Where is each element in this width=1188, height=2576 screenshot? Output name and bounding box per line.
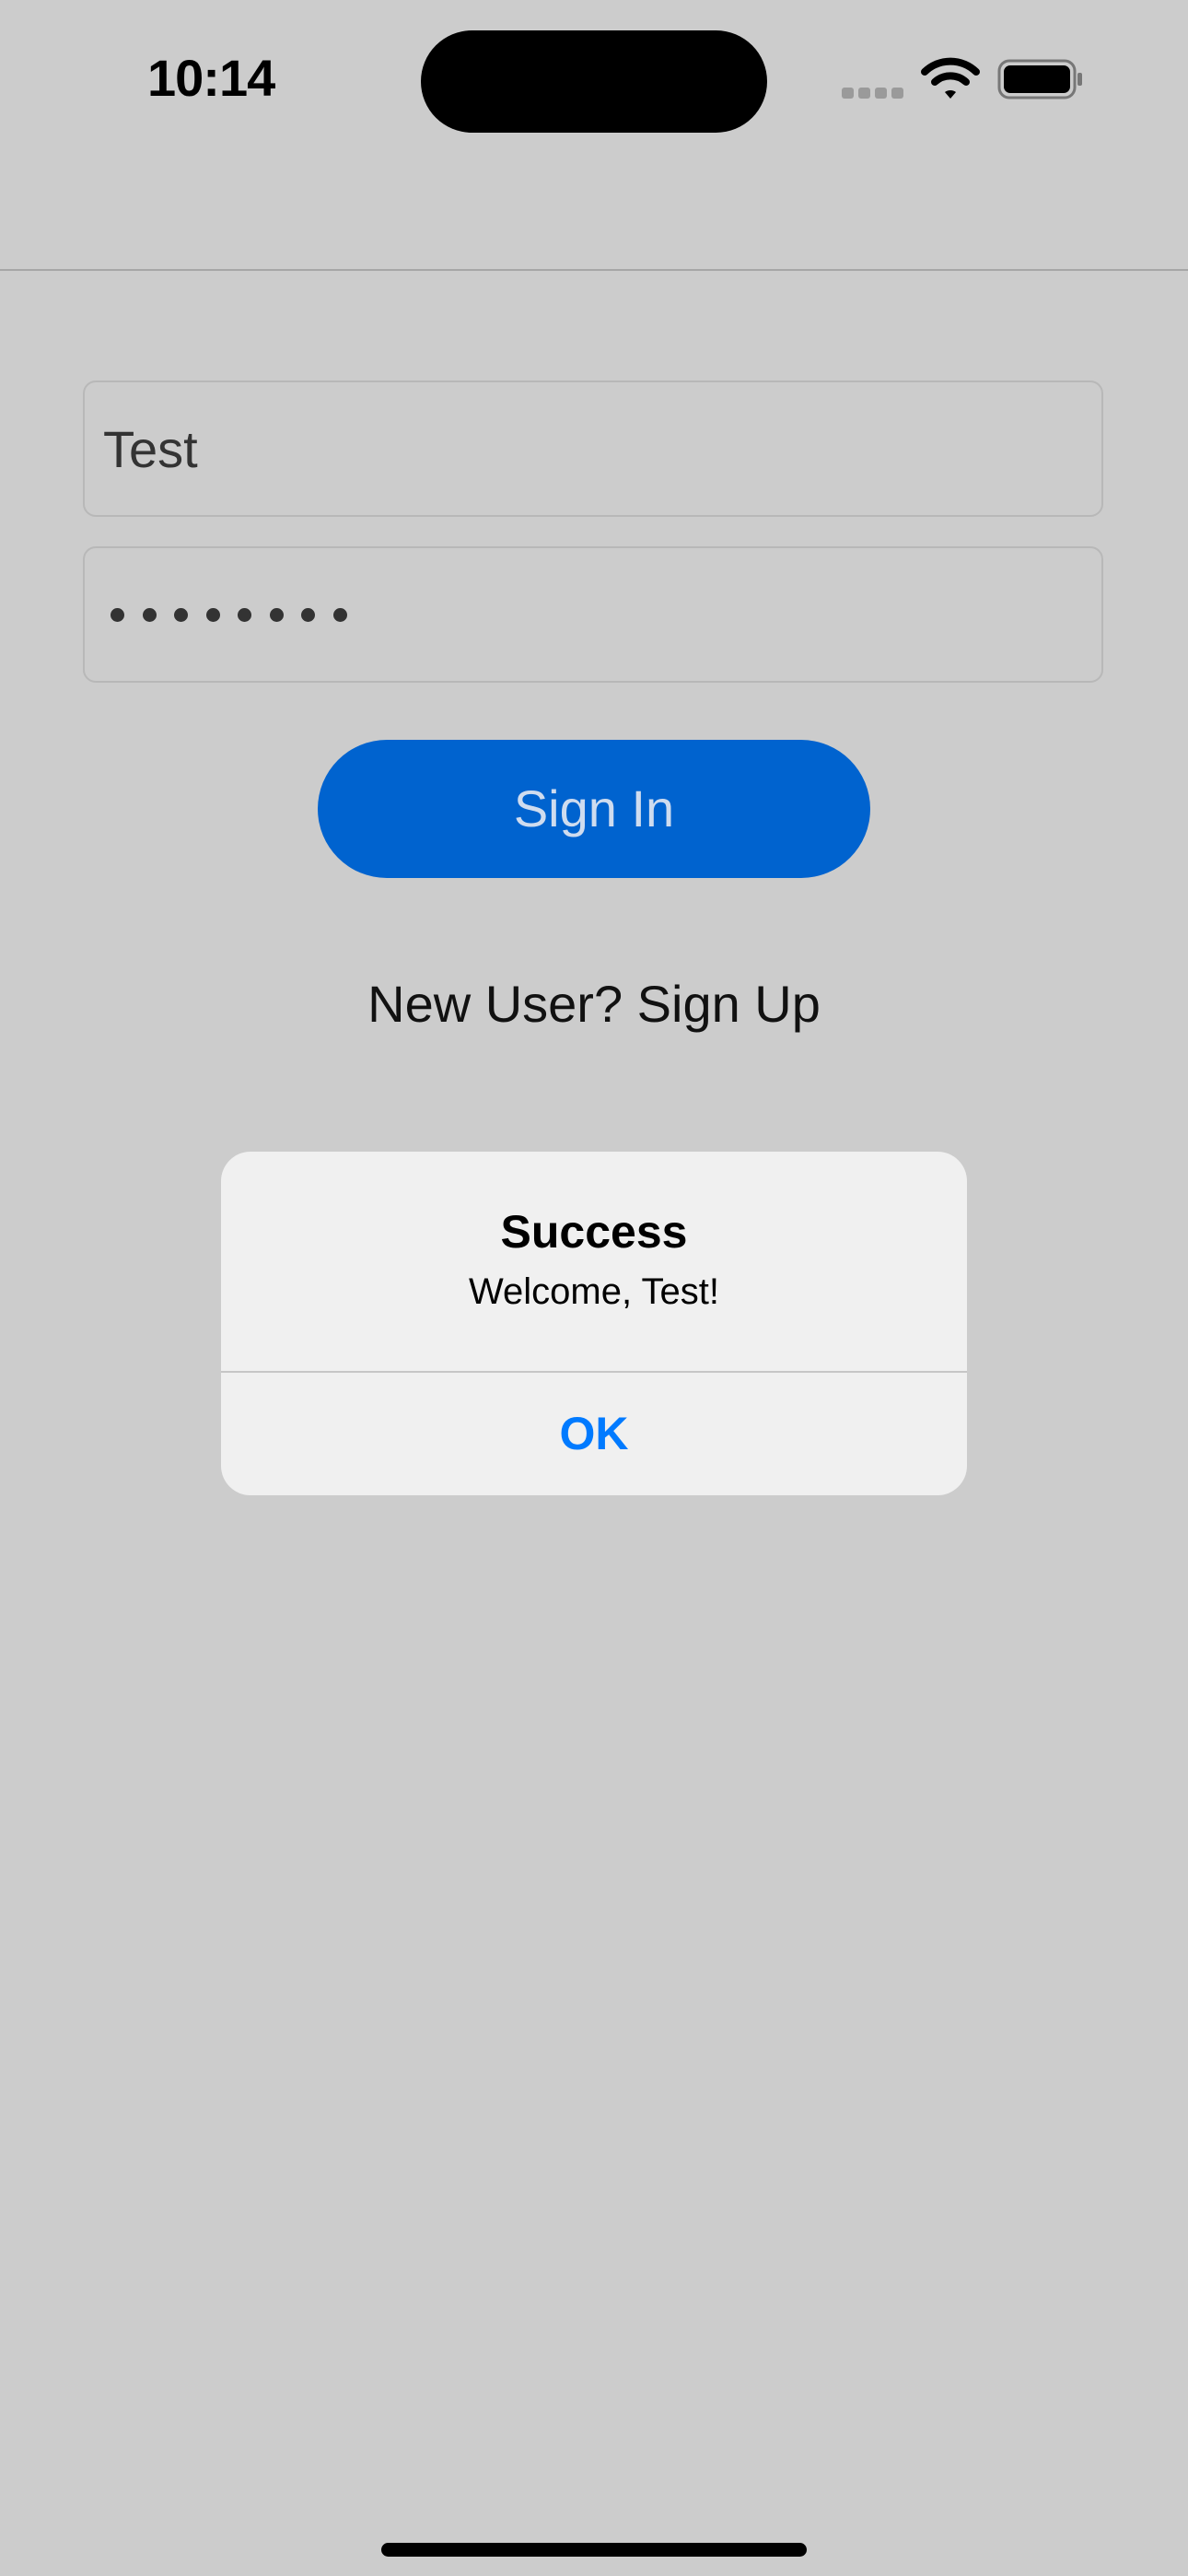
- password-dot: [238, 607, 251, 622]
- home-indicator[interactable]: [381, 2543, 807, 2557]
- success-alert-dialog: Success Welcome, Test! OK: [221, 1152, 967, 1495]
- password-dots: [111, 548, 347, 681]
- alert-message: Welcome, Test!: [469, 1271, 719, 1312]
- username-field[interactable]: Test: [83, 381, 1103, 517]
- sign-in-button[interactable]: Sign In: [318, 740, 870, 878]
- password-dot: [301, 607, 315, 622]
- password-dot: [111, 607, 124, 622]
- dynamic-island: [421, 30, 767, 133]
- navigation-bar-divider: [0, 269, 1188, 271]
- status-bar: 10:14: [0, 0, 1188, 166]
- alert-ok-button[interactable]: OK: [221, 1373, 967, 1495]
- alert-title: Success: [500, 1206, 688, 1258]
- password-dot: [142, 607, 157, 622]
- wifi-icon: [921, 57, 980, 99]
- username-value: Test: [103, 420, 198, 478]
- battery-icon: [997, 59, 1082, 100]
- password-dot: [174, 607, 188, 622]
- navigation-bar: [0, 166, 1188, 269]
- cellular-signal-icon: [842, 86, 904, 99]
- password-field[interactable]: [83, 546, 1103, 683]
- status-time: 10:14: [147, 49, 275, 107]
- password-dot: [332, 607, 347, 622]
- sign-up-link[interactable]: New User? Sign Up: [318, 972, 870, 1036]
- password-dot: [205, 607, 220, 622]
- password-dot: [269, 607, 284, 622]
